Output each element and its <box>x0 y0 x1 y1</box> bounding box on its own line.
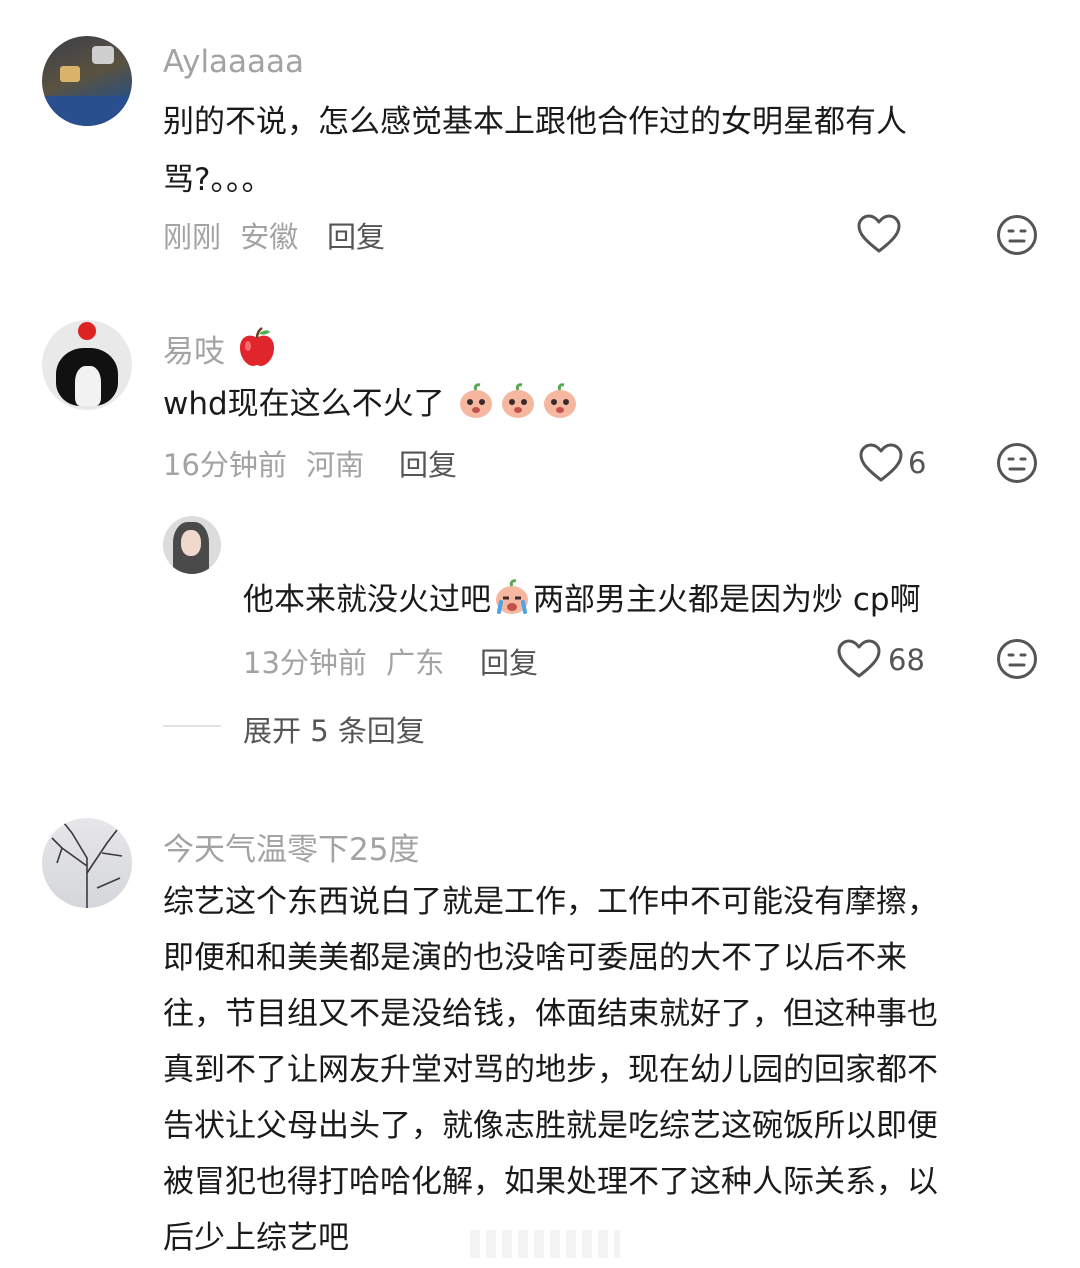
comment-meta: 16分钟前 河南 <box>163 442 364 484</box>
reply-time: 13分钟前 <box>243 646 367 680</box>
comment-text: whd现在这么不火了 <box>163 376 581 432</box>
comment-line: 综艺这个东西说白了就是工作，工作中不可能没有摩擦， <box>163 884 938 920</box>
like-count: 68 <box>888 643 925 677</box>
comment-line: 告状让父母出头了，就像志胜就是吃综艺这碗饭所以即便 <box>163 1108 938 1144</box>
reply-meta: 13分钟前 广东 <box>243 640 444 682</box>
comment-line: 即便和和美美都是演的也没啥可委屈的大不了以后不来 <box>163 940 907 976</box>
username-text[interactable]: 易吱 <box>163 334 225 370</box>
reply-button[interactable]: 回复 <box>399 442 457 484</box>
username[interactable]: Aylaaaaa <box>163 44 304 80</box>
dislike-face-icon[interactable] <box>996 214 1038 256</box>
comment-time: 刚刚 <box>163 220 222 254</box>
comment-line: 往，节目组又不是没给钱，体面结束就好了，但这种事也 <box>163 996 938 1032</box>
peach-emoji-icon <box>541 382 579 420</box>
avatar[interactable] <box>42 36 132 126</box>
avatar[interactable] <box>163 516 221 574</box>
expand-replies-button[interactable]: 展开 5 条回复 <box>243 708 425 750</box>
reply-text-after: 两部男主火都是因为炒 cp啊 <box>533 582 921 618</box>
like-heart-icon[interactable] <box>836 638 882 680</box>
comment-text: 骂?。。。 <box>163 162 273 198</box>
comment-location: 河南 <box>306 448 365 482</box>
red-apple-icon <box>237 326 277 376</box>
reply-button[interactable]: 回复 <box>327 214 385 256</box>
comment-text: 综艺这个东西说白了就是工作，工作中不可能没有摩擦， 即便和和美美都是演的也没啥可… <box>163 874 938 1266</box>
reply-button[interactable]: 回复 <box>480 640 538 682</box>
comment-meta: 刚刚 安徽 <box>163 214 298 256</box>
like-heart-icon[interactable] <box>858 442 904 484</box>
username[interactable]: 易吱 <box>163 326 277 376</box>
comment-line: 被冒犯也得打哈哈化解，如果处理不了这种人际关系，以 <box>163 1164 938 1200</box>
comment-text-content: whd现在这么不火了 <box>163 386 445 422</box>
avatar[interactable] <box>42 320 132 410</box>
crying-peach-emoji-icon <box>493 578 531 616</box>
username[interactable]: 今天气温零下25度 <box>163 824 419 869</box>
reply-location: 广东 <box>386 646 445 680</box>
comment-line: 真到不了让网友升堂对骂的地步，现在幼儿园的回家都不 <box>163 1052 938 1088</box>
watermark <box>470 1230 620 1258</box>
expand-divider <box>163 725 221 727</box>
comment-text: 别的不说，怎么感觉基本上跟他合作过的女明星都有人 <box>163 104 907 140</box>
comment-time: 16分钟前 <box>163 448 287 482</box>
like-count: 6 <box>908 446 927 480</box>
reply-text: 他本来就没火过吧 两部男主火都是因为炒 cp啊 <box>243 572 921 628</box>
reply-text-before: 他本来就没火过吧 <box>243 582 491 618</box>
dislike-face-icon[interactable] <box>996 638 1038 680</box>
avatar[interactable] <box>42 818 132 908</box>
like-heart-icon[interactable] <box>856 213 902 255</box>
comment-location: 安徽 <box>240 220 299 254</box>
dislike-face-icon[interactable] <box>996 442 1038 484</box>
peach-emoji-icon <box>457 382 495 420</box>
peach-emoji-icon <box>499 382 537 420</box>
